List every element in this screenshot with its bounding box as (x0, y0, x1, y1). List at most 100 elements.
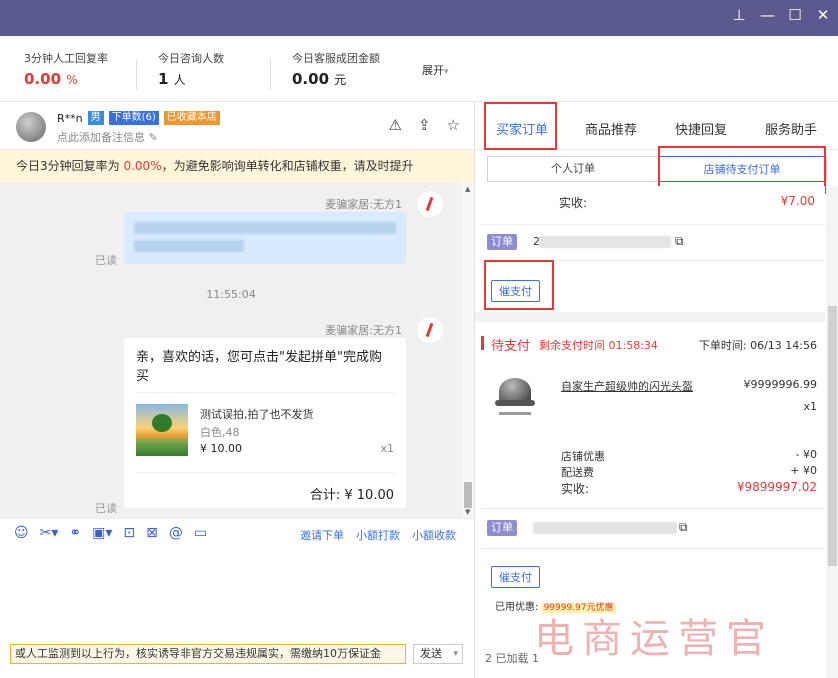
remark-link[interactable]: 点此添加备注信息 ✎ (57, 129, 158, 145)
blurred-order-number (539, 236, 671, 248)
tab-personal-orders[interactable]: 个人订单 (488, 157, 658, 181)
window-controls: ⊥ — ☐ ✕ (732, 6, 830, 24)
small-payment-link[interactable]: 小额打款 (356, 527, 400, 543)
divider (136, 472, 394, 473)
product-name[interactable]: 自家生产超级帅的闪光头盔 (561, 378, 693, 394)
stat-reply-rate: 3分钟人工回复率 0.00 % (24, 50, 108, 88)
notice-rate: 0.00% (123, 159, 162, 173)
product-qty: x1 (380, 442, 394, 455)
stat-value: 0.00 % (24, 70, 78, 88)
message-text: 亲，喜欢的话，您可点击"发起拼单"完成购买 (136, 350, 382, 384)
product-image[interactable] (136, 404, 188, 456)
copy-icon[interactable]: ⧉ (679, 520, 688, 535)
divider (481, 224, 825, 225)
compliance-warning: 或人工监测到以上行为，核实诱导非官方交易违规属实，需缴纳10万保证金 (10, 644, 406, 664)
screen-share-icon[interactable]: ⊡ (123, 525, 135, 541)
invite-order-link[interactable]: 邀请下单 (300, 527, 344, 543)
star-icon[interactable]: ☆ (447, 116, 460, 134)
product-name[interactable]: 测试误拍,拍了也不发货 (200, 406, 314, 422)
discount-label: 店铺优惠 (561, 450, 605, 463)
product-price: ¥9999996.99 (743, 378, 817, 391)
stat-label: 3分钟人工回复率 (24, 52, 108, 65)
order-tag: 订单 (487, 234, 517, 250)
message-bubble[interactable] (124, 212, 406, 264)
read-status: 已读 (95, 502, 117, 515)
tab-quick-reply[interactable]: 快捷回复 (675, 119, 727, 138)
product-card-message[interactable]: 亲，喜欢的话，您可点击"发起拼单"完成购买 测试误拍,拍了也不发货 白色,48 … (124, 338, 406, 508)
order-total: 合计: ¥ 10.00 (309, 488, 394, 503)
sender-name: 麦骗家居:无方1 (325, 198, 402, 211)
tab-service-assistant[interactable]: 服务助手 (765, 119, 817, 138)
message-input[interactable]: 或人工监测到以上行为，核实诱导非官方交易违规属实，需缴纳10万保证金 发送 ▾ (0, 548, 474, 678)
header-actions: ⚠ ⇪ ☆ (389, 116, 460, 134)
buyer-name: R**n (57, 111, 83, 125)
link-icon[interactable]: ⚭ (69, 525, 81, 541)
pin-icon[interactable]: ⊥ (732, 6, 746, 24)
blurred-order-number (533, 522, 677, 534)
warning-icon[interactable]: ⚠ (389, 116, 402, 134)
close-icon[interactable]: ✕ (816, 6, 830, 24)
divider (270, 60, 271, 90)
chevron-down-icon[interactable]: ▾ (453, 645, 458, 663)
chat-scrollbar[interactable]: ▲ ▼ (462, 182, 474, 518)
divider (136, 392, 394, 393)
buyer-info: R**n 男 下单数(6) 已收藏本店 (57, 111, 220, 125)
small-collect-link[interactable]: 小额收款 (412, 527, 456, 543)
avatar[interactable] (16, 112, 46, 142)
expand-button[interactable]: 展开▾ (422, 62, 449, 78)
order-time: 下单时间: 06/13 14:56 (698, 339, 817, 352)
minimize-icon[interactable]: — (760, 6, 775, 24)
at-icon[interactable]: @ (169, 525, 183, 541)
chat-header: R**n 男 下单数(6) 已收藏本店 点此添加备注信息 ✎ ⚠ ⇪ ☆ (0, 102, 474, 150)
pagination: 2 已加载 1 (485, 652, 539, 665)
copy-icon[interactable]: ⧉ (675, 234, 684, 249)
share-icon[interactable]: ⇪ (418, 116, 431, 134)
paid-label: 实收: (559, 196, 588, 210)
folder-icon[interactable]: ▭ (194, 525, 207, 541)
reply-rate-notice: 今日3分钟回复率为 0.00%，为避免影响询单转化和店铺权重，请及时提升 (0, 150, 474, 182)
divider (475, 312, 825, 322)
scroll-up-icon[interactable]: ▲ (465, 185, 470, 193)
emoji-icon[interactable]: ☺ (14, 525, 29, 541)
scissors-icon[interactable]: ✂▾ (40, 525, 59, 541)
paid-label: 实收: (561, 482, 590, 496)
divider (136, 60, 137, 90)
image-icon[interactable]: ▣▾ (92, 525, 112, 541)
gender-tag: 男 (87, 111, 104, 125)
chat-panel: R**n 男 下单数(6) 已收藏本店 点此添加备注信息 ✎ ⚠ ⇪ ☆ 今日3… (0, 102, 474, 678)
highlight-box (484, 102, 557, 150)
tab-product-recommend[interactable]: 商品推荐 (585, 119, 637, 138)
toolbar-icons: ☺ ✂▾ ⚭ ▣▾ ⊡ ⊠ @ ▭ (14, 525, 207, 541)
watermark: 电商运营官 (534, 616, 774, 662)
input-toolbar: ☺ ✂▾ ⚭ ▣▾ ⊡ ⊠ @ ▭ 邀请下单 小额打款 小额收款 (0, 518, 474, 548)
status-indicator (481, 336, 484, 350)
order-count-tag[interactable]: 下单数(6) (108, 111, 159, 125)
stat-consult-count: 今日咨询人数 1 人 (158, 50, 224, 88)
order-panel: 买家订单 商品推荐 快捷回复 服务助手 个人订单 店铺待支付订单 实收: ¥7.… (474, 102, 838, 678)
divider (481, 548, 825, 549)
card-icon[interactable]: ⊠ (146, 525, 158, 541)
blurred-text (134, 222, 396, 234)
shipping-label: 配送费 (561, 466, 594, 479)
shipping-value: + ¥0 (790, 464, 817, 477)
pending-order-card: 待支付 剩余支付时间 01:58:34 下单时间: 06/13 14:56 自家… (481, 322, 825, 622)
toolbar-links: 邀请下单 小额打款 小额收款 (300, 527, 456, 543)
urge-payment-button[interactable]: 催支付 (491, 566, 540, 588)
scroll-thumb[interactable] (828, 306, 837, 566)
title-bar: ⊥ — ☐ ✕ (0, 0, 838, 36)
message-list[interactable]: 麦骗家居:无方1 已读 11:55:04 麦骗家居:无方1 亲，喜欢的话，您可点… (0, 182, 462, 518)
blurred-text (134, 240, 244, 252)
paid-value: ¥7.00 (780, 194, 815, 208)
order-status: 待支付 (491, 339, 531, 354)
stat-value: 1 人 (158, 70, 186, 88)
send-button[interactable]: 发送 ▾ (413, 644, 463, 664)
message-timestamp: 11:55:04 (206, 288, 256, 301)
order-scrollbar[interactable] (826, 186, 838, 678)
product-qty: x1 (803, 400, 817, 413)
scroll-down-icon[interactable]: ▼ (465, 508, 470, 516)
maximize-icon[interactable]: ☐ (788, 6, 802, 24)
scroll-thumb[interactable] (464, 482, 472, 508)
product-image[interactable] (493, 374, 537, 422)
order-tag: 订单 (487, 520, 517, 536)
edit-icon: ✎ (148, 131, 158, 144)
